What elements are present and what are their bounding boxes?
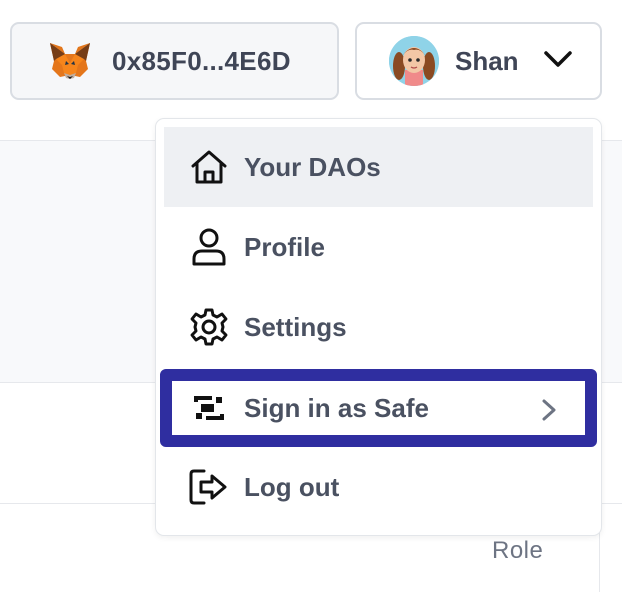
menu-item-profile[interactable]: Profile (164, 207, 593, 287)
menu-item-your-daos[interactable]: Your DAOs (164, 127, 593, 207)
wallet-button[interactable]: 0x85F0...4E6D (10, 22, 339, 100)
menu-item-label: Sign in as Safe (244, 392, 429, 423)
page: Role 0x85F0...4E6D Shan Your DAOs Profil… (0, 0, 622, 592)
menu-item-label: Profile (244, 231, 325, 262)
home-icon (188, 146, 230, 188)
gear-icon (188, 306, 230, 348)
chevron-right-icon (539, 398, 559, 427)
menu-item-settings[interactable]: Settings (164, 287, 593, 367)
avatar (389, 36, 439, 86)
menu-item-label: Settings (244, 311, 347, 342)
safe-icon (188, 387, 230, 429)
column-header-role: Role (492, 537, 544, 564)
menu-item-log-out[interactable]: Log out (164, 447, 593, 527)
user-dropdown-menu: Your DAOs Profile Settings Sign in as Sa… (155, 118, 602, 536)
menu-item-label: Log out (244, 471, 340, 502)
wallet-address: 0x85F0...4E6D (112, 45, 291, 76)
chevron-down-icon (519, 49, 573, 74)
menu-item-label: Your DAOs (244, 151, 381, 182)
divider (599, 530, 600, 592)
user-icon (188, 226, 230, 268)
user-menu-button[interactable]: Shan (355, 22, 602, 100)
metamask-fox-icon (48, 41, 92, 81)
logout-icon (188, 466, 230, 508)
user-name: Shan (455, 45, 519, 76)
menu-item-sign-in-as-safe[interactable]: Sign in as Safe (160, 369, 597, 447)
